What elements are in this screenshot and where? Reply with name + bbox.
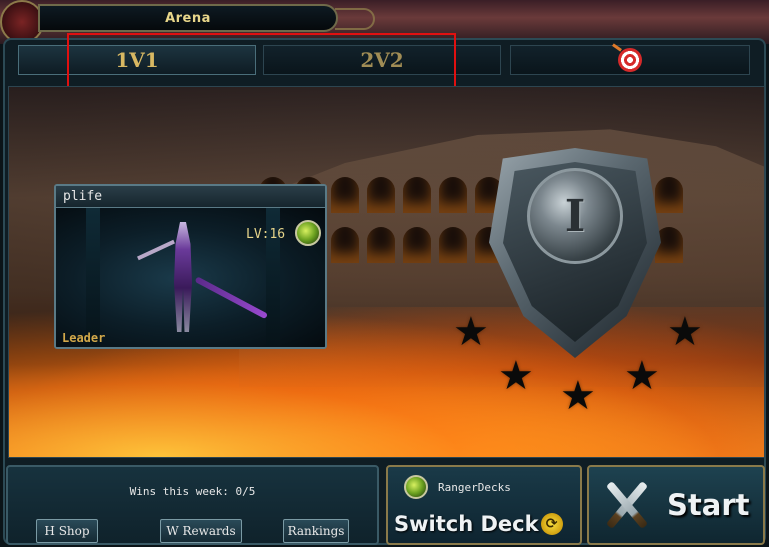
rank-star-icon: ★ [560, 373, 596, 419]
tab-1v1-label: 1V1 [115, 48, 159, 72]
hero-figure [174, 222, 192, 332]
start-button[interactable]: Start [587, 465, 765, 545]
deck-panel[interactable]: RangerDecks Switch Deck ⟳ [386, 465, 582, 545]
start-button-label: Start [667, 488, 750, 522]
hero-arm [137, 239, 175, 261]
hero-blade [194, 276, 269, 320]
tab-2v2[interactable]: 2V2 [263, 45, 501, 75]
wins-this-week: Wins this week: 0/5 [129, 485, 256, 498]
leader-label: Leader [62, 331, 106, 345]
refresh-icon: ⟳ [540, 513, 563, 535]
tab-target[interactable] [510, 45, 750, 75]
rewards-button-label: W Rewards [166, 524, 236, 538]
character-level: LV:16 [246, 227, 286, 242]
shop-button[interactable]: H Shop [36, 519, 98, 543]
rank-star-icon: ★ [667, 309, 703, 355]
page-title: Arena [165, 10, 211, 26]
ranger-class-icon [295, 220, 321, 246]
title-ornament [335, 8, 375, 30]
rank-star-icon: ★ [624, 353, 660, 399]
crossed-swords-icon [597, 475, 657, 535]
rewards-button[interactable]: W Rewards [160, 519, 242, 543]
tab-1v1[interactable]: 1V1 [18, 45, 256, 75]
rankings-button-label: Rankings [287, 524, 345, 538]
rank-star-icon: ★ [498, 353, 534, 399]
info-panel: Wins this week: 0/5 H Shop W Rewards Ran… [6, 465, 379, 545]
shop-button-label: H Shop [44, 524, 90, 538]
character-portrait: LV:16 Leader [56, 208, 325, 347]
switch-deck-label: Switch Deck [394, 512, 539, 536]
rankings-button[interactable]: Rankings [283, 519, 349, 543]
rank-orb: I [527, 168, 623, 264]
switch-deck-button[interactable]: Switch Deck ⟳ [394, 507, 576, 541]
target-icon [618, 48, 642, 72]
deck-name: RangerDecks [438, 481, 511, 494]
rank-star-icon: ★ [453, 309, 489, 355]
character-name: plife [56, 186, 325, 208]
character-card[interactable]: plife LV:16 Leader [54, 184, 327, 349]
tab-2v2-label: 2V2 [360, 48, 404, 72]
rank-numeral: I [564, 190, 586, 242]
title-bar: Arena [38, 4, 338, 32]
deck-class-icon [404, 475, 428, 499]
